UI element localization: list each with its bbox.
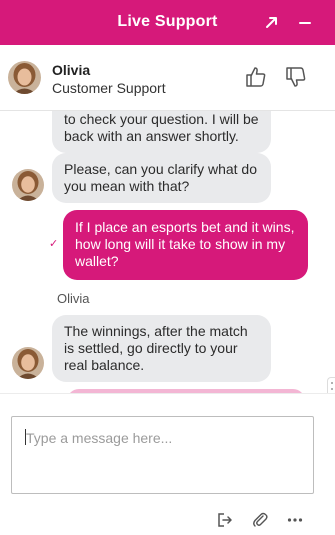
agent-role: Customer Support [52, 80, 166, 96]
message-input[interactable] [11, 416, 314, 494]
message-list[interactable]: to check your question. I will be back w… [0, 111, 335, 393]
user-message: If I place an esports bet and it wins, h… [63, 210, 308, 280]
agent-info-bar: Olivia Customer Support [0, 45, 335, 111]
attach-icon[interactable] [251, 511, 269, 529]
sender-name: Olivia [57, 291, 90, 306]
resize-handle[interactable] [327, 377, 335, 393]
minimize-icon[interactable] [295, 12, 315, 32]
agent-name: Olivia [52, 62, 91, 78]
end-chat-icon[interactable] [216, 511, 234, 529]
expand-icon[interactable] [262, 12, 282, 32]
delivered-check-icon: ✓ [49, 238, 59, 250]
agent-message: Please, can you clarify what do you mean… [52, 153, 271, 203]
avatar [12, 169, 44, 201]
more-icon[interactable] [286, 511, 304, 529]
thumbs-down-icon[interactable] [284, 65, 308, 89]
chat-header: Live Support [0, 0, 335, 45]
avatar [8, 61, 41, 94]
agent-message: The winnings, after the match is settled… [52, 315, 271, 382]
text-caret [25, 429, 26, 445]
avatar [12, 347, 44, 379]
thumbs-up-icon[interactable] [244, 65, 268, 89]
agent-message: to check your question. I will be back w… [52, 111, 271, 153]
composer [0, 393, 335, 535]
header-title: Live Support [117, 13, 218, 30]
